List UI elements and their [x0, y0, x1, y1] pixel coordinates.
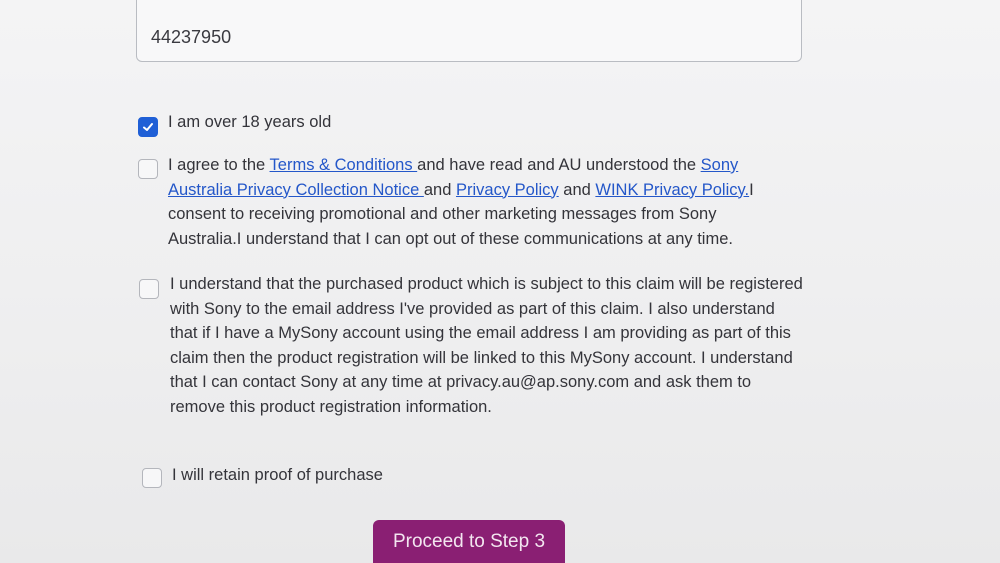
age-confirmation-row: I am over 18 years old: [136, 113, 836, 140]
terms-checkbox[interactable]: [138, 159, 158, 179]
terms-conditions-link[interactable]: Terms & Conditions: [270, 156, 418, 174]
terms-consent-row: I agree to the Terms & Conditions and ha…: [136, 156, 796, 256]
proof-of-purchase-row: I will retain proof of purchase: [136, 466, 636, 492]
terms-text-1: I agree to the: [168, 156, 270, 174]
proceed-to-step-3-button[interactable]: Proceed to Step 3: [373, 520, 565, 563]
checkmark-icon: [143, 123, 153, 131]
proof-checkbox[interactable]: [142, 468, 162, 488]
age-checkbox[interactable]: [138, 117, 158, 137]
terms-label: I agree to the Terms & Conditions and ha…: [168, 153, 788, 251]
age-label: I am over 18 years old: [168, 113, 332, 131]
registration-checkbox[interactable]: [139, 279, 159, 299]
number-input-container[interactable]: [136, 0, 802, 62]
terms-text-2: and have read and AU understood the: [417, 156, 701, 174]
registration-label: I understand that the purchased product …: [170, 275, 803, 416]
claim-form-page: I am over 18 years old I agree to the Te…: [0, 0, 1000, 563]
terms-text-3: and: [423, 180, 456, 199]
wink-privacy-policy-link[interactable]: WINK Privacy Policy.: [595, 181, 749, 199]
proof-label: I will retain proof of purchase: [172, 466, 383, 484]
terms-text-4: and: [558, 180, 596, 199]
privacy-policy-link[interactable]: Privacy Policy: [456, 181, 559, 199]
number-input[interactable]: [151, 25, 751, 49]
product-registration-row: I understand that the purchased product …: [136, 275, 806, 446]
